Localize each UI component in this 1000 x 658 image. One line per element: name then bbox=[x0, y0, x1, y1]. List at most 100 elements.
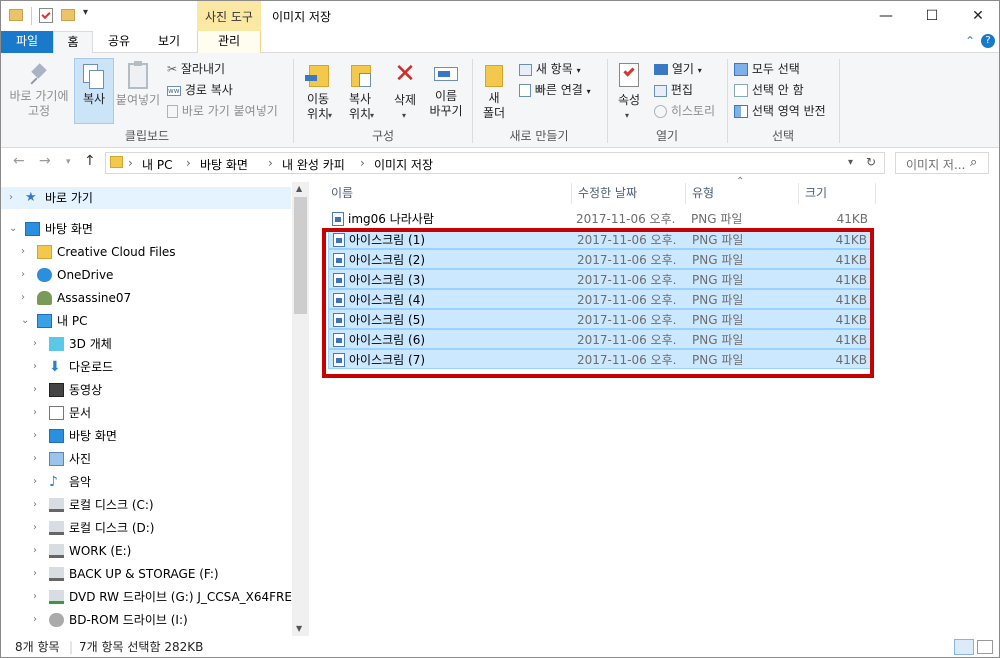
cut-button[interactable]: ✂ 잘라내기 bbox=[167, 60, 225, 77]
chevron-right-icon[interactable]: › bbox=[33, 379, 37, 401]
address-bar[interactable]: › 내 PC › 바탕 화면 › 내 완성 카피 › 이미지 저장 ▾ ↻ bbox=[105, 152, 885, 174]
column-header-modified[interactable]: 수정한 날짜 bbox=[578, 182, 637, 204]
column-divider[interactable] bbox=[798, 183, 799, 204]
select-none-button[interactable]: 선택 안 함 bbox=[734, 81, 804, 98]
breadcrumb-item[interactable]: 내 PC bbox=[142, 156, 172, 173]
back-arrow-icon[interactable]: ← bbox=[13, 153, 25, 169]
new-folder-button[interactable]: 새 폴더 bbox=[477, 61, 511, 123]
minimize-button[interactable]: — bbox=[863, 1, 909, 31]
nav-item[interactable]: › BD-ROM 드라이브 (I:) bbox=[1, 609, 291, 631]
nav-item[interactable]: ⌄ 내 PC bbox=[1, 310, 291, 332]
new-folder-quick-icon[interactable] bbox=[61, 9, 75, 21]
rename-button[interactable]: 이름 바꾸기 bbox=[425, 61, 467, 123]
nav-item[interactable]: › ⬇ 다운로드 bbox=[1, 356, 291, 378]
chevron-down-icon[interactable]: ⌄ bbox=[21, 310, 29, 332]
search-box[interactable]: 이미지 저... ⌕ bbox=[895, 152, 989, 174]
nav-item[interactable]: › 바탕 화면 bbox=[1, 425, 291, 447]
chevron-right-icon[interactable]: › bbox=[33, 448, 37, 470]
nav-item[interactable]: › OneDrive bbox=[1, 264, 291, 286]
chevron-right-icon[interactable]: › bbox=[21, 264, 25, 286]
copy-path-button[interactable]: ww 경로 복사 bbox=[167, 81, 233, 98]
chevron-right-icon[interactable]: › bbox=[33, 402, 37, 424]
paste-button[interactable]: 붙여넣기 bbox=[115, 61, 161, 123]
new-item-button[interactable]: 새 항목 ▾ bbox=[519, 60, 581, 77]
delete-dropdown-icon[interactable]: ▾ bbox=[402, 111, 406, 120]
scroll-up-icon[interactable]: ▲ bbox=[296, 184, 302, 193]
properties-quick-icon[interactable] bbox=[39, 8, 53, 23]
copy-button[interactable]: 복사 bbox=[74, 58, 114, 124]
column-header-size[interactable]: 크기 bbox=[805, 182, 827, 204]
column-divider[interactable] bbox=[685, 183, 686, 204]
nav-item[interactable]: › 동영상 bbox=[1, 379, 291, 401]
column-divider[interactable] bbox=[571, 183, 572, 204]
history-button[interactable]: 히스토리 bbox=[654, 102, 715, 119]
nav-item[interactable]: › ★ 바로 가기 bbox=[1, 187, 291, 209]
close-button[interactable]: ✕ bbox=[955, 1, 999, 31]
chevron-right-icon[interactable]: › bbox=[33, 356, 37, 378]
refresh-icon[interactable]: ↻ bbox=[866, 155, 876, 169]
paste-shortcut-button[interactable]: 바로 가기 붙여넣기 bbox=[167, 102, 278, 119]
large-icons-view-icon[interactable] bbox=[977, 640, 993, 654]
nav-item[interactable]: › Assassine07 bbox=[1, 287, 291, 309]
properties-dropdown-icon[interactable]: ▾ bbox=[625, 111, 629, 120]
maximize-button[interactable]: ☐ bbox=[909, 1, 955, 31]
chevron-down-icon[interactable]: ⌄ bbox=[9, 218, 17, 240]
file-row[interactable]: img06 나라사람 2017-11-06 오후... PNG 파일 41KB bbox=[328, 209, 872, 229]
easy-access-button[interactable]: 빠른 연결 ▾ bbox=[519, 81, 591, 98]
scroll-down-icon[interactable]: ▼ bbox=[296, 624, 302, 633]
edit-button[interactable]: 편집 bbox=[654, 81, 693, 98]
chevron-right-icon[interactable]: › bbox=[33, 471, 37, 493]
chevron-right-icon[interactable]: › bbox=[33, 333, 37, 355]
column-header-name[interactable]: 이름 bbox=[331, 182, 353, 204]
tab-home[interactable]: 홈 bbox=[53, 31, 93, 54]
chevron-right-icon[interactable]: › bbox=[21, 241, 25, 263]
nav-item[interactable]: ⌄ 바탕 화면 bbox=[1, 218, 291, 240]
nav-item[interactable]: › 사진 bbox=[1, 448, 291, 470]
chevron-right-icon[interactable]: › bbox=[33, 586, 37, 608]
open-button[interactable]: 열기 ▾ bbox=[654, 60, 702, 77]
column-header-type[interactable]: 유형 bbox=[692, 182, 714, 204]
details-view-icon[interactable] bbox=[954, 639, 974, 655]
column-divider[interactable] bbox=[875, 183, 876, 204]
chevron-right-icon[interactable]: › bbox=[9, 187, 13, 209]
breadcrumb-separator-icon[interactable]: › bbox=[360, 156, 365, 170]
breadcrumb-separator-icon[interactable]: › bbox=[128, 156, 133, 170]
invert-selection-button[interactable]: 선택 영역 반전 bbox=[734, 102, 826, 119]
forward-arrow-icon[interactable]: → bbox=[39, 153, 51, 169]
move-to-dropdown-icon[interactable]: ▾ bbox=[328, 111, 332, 120]
up-arrow-icon[interactable]: ↑ bbox=[84, 153, 96, 169]
nav-item[interactable]: › 로컬 디스크 (C:) bbox=[1, 494, 291, 516]
minimize-ribbon-icon[interactable]: ⌃ bbox=[965, 34, 975, 48]
breadcrumb-item[interactable]: 이미지 저장 bbox=[374, 156, 433, 173]
tab-manage[interactable]: 관리 bbox=[197, 31, 261, 54]
customize-quick-access-icon[interactable]: ▾ bbox=[83, 7, 88, 18]
nav-item[interactable]: › DVD RW 드라이브 (G:) J_CCSA_X64FRE_KO-K bbox=[1, 586, 309, 608]
chevron-right-icon[interactable]: › bbox=[33, 494, 37, 516]
recent-locations-icon[interactable]: ▾ bbox=[66, 157, 71, 167]
search-icon[interactable]: ⌕ bbox=[970, 155, 977, 170]
address-dropdown-icon[interactable]: ▾ bbox=[848, 157, 853, 168]
breadcrumb-separator-icon[interactable]: › bbox=[268, 156, 273, 170]
nav-item[interactable]: › 3D 개체 bbox=[1, 333, 291, 355]
breadcrumb-item[interactable]: 바탕 화면 bbox=[200, 156, 248, 173]
tab-share[interactable]: 공유 bbox=[97, 31, 141, 54]
pin-to-quick-access-button[interactable]: 바로 가기에 고정 bbox=[5, 61, 73, 123]
copy-to-dropdown-icon[interactable]: ▾ bbox=[370, 111, 374, 120]
chevron-right-icon[interactable]: › bbox=[33, 517, 37, 539]
help-icon[interactable]: ? bbox=[981, 34, 995, 48]
nav-item[interactable]: › WORK (E:) bbox=[1, 540, 291, 562]
chevron-right-icon[interactable]: › bbox=[33, 425, 37, 447]
nav-item[interactable]: › 로컬 디스크 (D:) bbox=[1, 517, 291, 539]
nav-item[interactable]: › ♪ 음악 bbox=[1, 471, 291, 493]
nav-item[interactable]: › 문서 bbox=[1, 402, 291, 424]
select-all-button[interactable]: 모두 선택 bbox=[734, 60, 800, 77]
nav-item[interactable]: › Creative Cloud Files bbox=[1, 241, 291, 263]
chevron-right-icon[interactable]: › bbox=[33, 563, 37, 585]
chevron-right-icon[interactable]: › bbox=[21, 287, 25, 309]
chevron-right-icon[interactable]: › bbox=[33, 609, 37, 631]
tab-file[interactable]: 파일 bbox=[1, 31, 53, 54]
nav-item[interactable]: › BACK UP & STORAGE (F:) bbox=[1, 563, 291, 585]
breadcrumb-item[interactable]: 내 완성 카피 bbox=[282, 156, 345, 173]
breadcrumb-separator-icon[interactable]: › bbox=[186, 156, 191, 170]
chevron-right-icon[interactable]: › bbox=[33, 540, 37, 562]
